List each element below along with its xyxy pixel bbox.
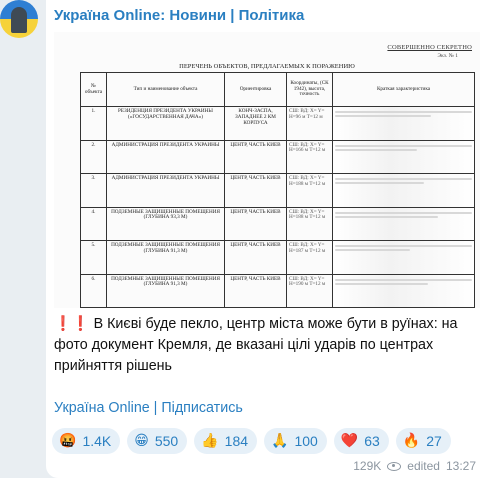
header-name: Тип и наименование объекта bbox=[106, 72, 225, 107]
reactions-bar: 🤬 1.4K 😁 550 👍 184 🙏 100 ❤️ 63 🔥 27 bbox=[52, 428, 451, 454]
heart-icon: ❤️ bbox=[340, 433, 359, 449]
eye-icon bbox=[387, 461, 402, 471]
reaction-thumbs-up[interactable]: 👍 184 bbox=[194, 428, 258, 454]
row-orient: ЦЕНТР, ЧАСТЬ КИЕВ bbox=[224, 173, 287, 208]
views-count: 129K bbox=[353, 459, 382, 473]
reaction-pray[interactable]: 🙏 100 bbox=[264, 428, 327, 454]
header-orient: Ориентировка bbox=[224, 72, 287, 107]
reaction-count: 550 bbox=[154, 433, 179, 449]
reaction-count: 63 bbox=[364, 433, 380, 449]
table-row: 3. АДМИНИСТРАЦИЯ ПРЕЗИДЕНТА УКРАИНЫ ЦЕНТ… bbox=[80, 173, 475, 208]
reaction-heart[interactable]: ❤️ 63 bbox=[333, 428, 389, 454]
row-name: АДМИНИСТРАЦИЯ ПРЕЗИДЕНТА УКРАИНЫ bbox=[106, 139, 225, 174]
reaction-grin[interactable]: 😁 550 bbox=[127, 428, 188, 454]
row-redacted bbox=[332, 206, 475, 241]
row-coords: СШ: ВД: X= Y= H=188 м Т=12 м bbox=[286, 173, 333, 208]
annex-label: Экз. № 1 bbox=[437, 53, 458, 59]
row-coords: СШ: ВД: X= Y= H=188 м Т=12 м bbox=[286, 206, 333, 241]
row-num: 2. bbox=[80, 139, 107, 174]
reaction-count: 27 bbox=[426, 433, 442, 449]
row-orient: ЦЕНТР, ЧАСТЬ КИЕВ bbox=[224, 273, 287, 308]
row-redacted bbox=[332, 139, 475, 174]
channel-name[interactable]: Україна Online: Новини | Політика bbox=[54, 7, 304, 24]
subscribe-link[interactable]: Україна Online | Підписатись bbox=[54, 400, 243, 416]
edited-label: edited bbox=[407, 459, 440, 473]
table-row: 6. ПОДЗЕМНЫЕ ЗАЩИЩЕННЫЕ ПОМЕЩЕНИЯ (ГЛУБИ… bbox=[80, 273, 475, 308]
post-text: ❗️❗️ В Києві буде пекло, центр міста мож… bbox=[54, 314, 474, 377]
row-redacted bbox=[332, 106, 475, 141]
secret-label: СОВЕРШЕННО СЕКРЕТНО bbox=[387, 44, 472, 51]
channel-avatar[interactable] bbox=[0, 0, 38, 38]
header-description: Краткая характеристика bbox=[332, 72, 475, 107]
row-coords: СШ: ВД: X= Y= H=187 м Т=12 м bbox=[286, 240, 333, 275]
table-row: 5. ПОДЗЕМНЫЕ ЗАЩИЩЕННЫЕ ПОМЕЩЕНИЯ (ГЛУБИ… bbox=[80, 240, 475, 275]
row-num: 1. bbox=[80, 106, 107, 141]
table-row: 1. РЕЗИДЕНЦИЯ ПРЕЗИДЕНТА УКРАИНЫ («ГОСУД… bbox=[80, 106, 475, 141]
exclamation-icon: ❗️❗️ bbox=[54, 316, 90, 332]
row-coords: СШ: ВД: X= Y= H=96 м Т=12 м bbox=[286, 106, 333, 141]
header-num: № объекта bbox=[80, 72, 107, 107]
thumbs-up-icon: 👍 bbox=[201, 433, 219, 449]
table-row: 2. АДМИНИСТРАЦИЯ ПРЕЗИДЕНТА УКРАИНЫ ЦЕНТ… bbox=[80, 139, 475, 174]
row-num: 6. bbox=[80, 273, 107, 308]
row-name: ПОДЗЕМНЫЕ ЗАЩИЩЕННЫЕ ПОМЕЩЕНИЯ (ГЛУБИНА … bbox=[106, 240, 225, 275]
row-num: 3. bbox=[80, 173, 107, 208]
row-name: ПОДЗЕМНЫЕ ЗАЩИЩЕННЫЕ ПОМЕЩЕНИЯ (ГЛУБИНА … bbox=[106, 273, 225, 308]
row-num: 5. bbox=[80, 240, 107, 275]
message-meta: 129K edited 13:27 bbox=[353, 459, 476, 473]
row-num: 4. bbox=[80, 206, 107, 241]
reaction-count: 184 bbox=[224, 433, 249, 449]
angry-face-icon: 🤬 bbox=[59, 433, 77, 449]
row-redacted bbox=[332, 240, 475, 275]
row-coords: СШ: ВД: X= Y= H=166 м Т=12 м bbox=[286, 139, 333, 174]
table-row: 4. ПОДЗЕМНЫЕ ЗАЩИЩЕННЫЕ ПОМЕЩЕНИЯ (ГЛУБИ… bbox=[80, 206, 475, 241]
reaction-count: 1.4K bbox=[82, 433, 112, 449]
message-bubble: Україна Online: Новини | Політика СОВЕРШ… bbox=[46, 0, 488, 478]
reaction-count: 100 bbox=[294, 433, 318, 449]
row-name: РЕЗИДЕНЦИЯ ПРЕЗИДЕНТА УКРАИНЫ («ГОСУДАРС… bbox=[106, 106, 225, 141]
table-header-row: № объекта Тип и наименование объекта Ори… bbox=[80, 72, 475, 107]
row-redacted bbox=[332, 273, 475, 308]
reaction-fire[interactable]: 🔥 27 bbox=[395, 428, 451, 454]
row-name: ПОДЗЕМНЫЕ ЗАЩИЩЕННЫЕ ПОМЕЩЕНИЯ (ГЛУБИНА … bbox=[106, 206, 225, 241]
pray-icon: 🙏 bbox=[271, 433, 289, 449]
reaction-angry[interactable]: 🤬 1.4K bbox=[52, 428, 121, 454]
document-title: ПЕРЕЧЕНЬ ОБЪЕКТОВ, ПРЕДЛАГАЕМЫХ К ПОРАЖЕ… bbox=[179, 63, 355, 70]
targets-table: № объекта Тип и наименование объекта Ори… bbox=[80, 72, 475, 308]
document-photo[interactable]: СОВЕРШЕННО СЕКРЕТНО Экз. № 1 ПЕРЕЧЕНЬ ОБ… bbox=[54, 32, 480, 308]
post-body: В Києві буде пекло, центр міста може бут… bbox=[54, 316, 458, 374]
row-orient: ЦЕНТР, ЧАСТЬ КИЕВ bbox=[224, 206, 287, 241]
row-coords: СШ: ВД: X= Y= H=190 м Т=12 м bbox=[286, 273, 333, 308]
grin-face-icon: 😁 bbox=[134, 433, 149, 449]
avatar-silhouette-icon bbox=[11, 7, 27, 33]
row-orient: КОНЧ-ЗАСПА, ЗАПАДНЕЕ 2 КМ КОРПУСА bbox=[224, 106, 287, 141]
message-time: 13:27 bbox=[445, 459, 476, 473]
row-name: АДМИНИСТРАЦИЯ ПРЕЗИДЕНТА УКРАИНЫ bbox=[106, 173, 225, 208]
row-redacted bbox=[332, 173, 475, 208]
row-orient: ЦЕНТР, ЧАСТЬ КИЕВ bbox=[224, 139, 287, 174]
fire-icon: 🔥 bbox=[402, 433, 421, 449]
header-coords: Координаты, (СК 1942), высота, точность bbox=[286, 72, 333, 107]
row-orient: ЦЕНТР, ЧАСТЬ КИЕВ bbox=[224, 240, 287, 275]
